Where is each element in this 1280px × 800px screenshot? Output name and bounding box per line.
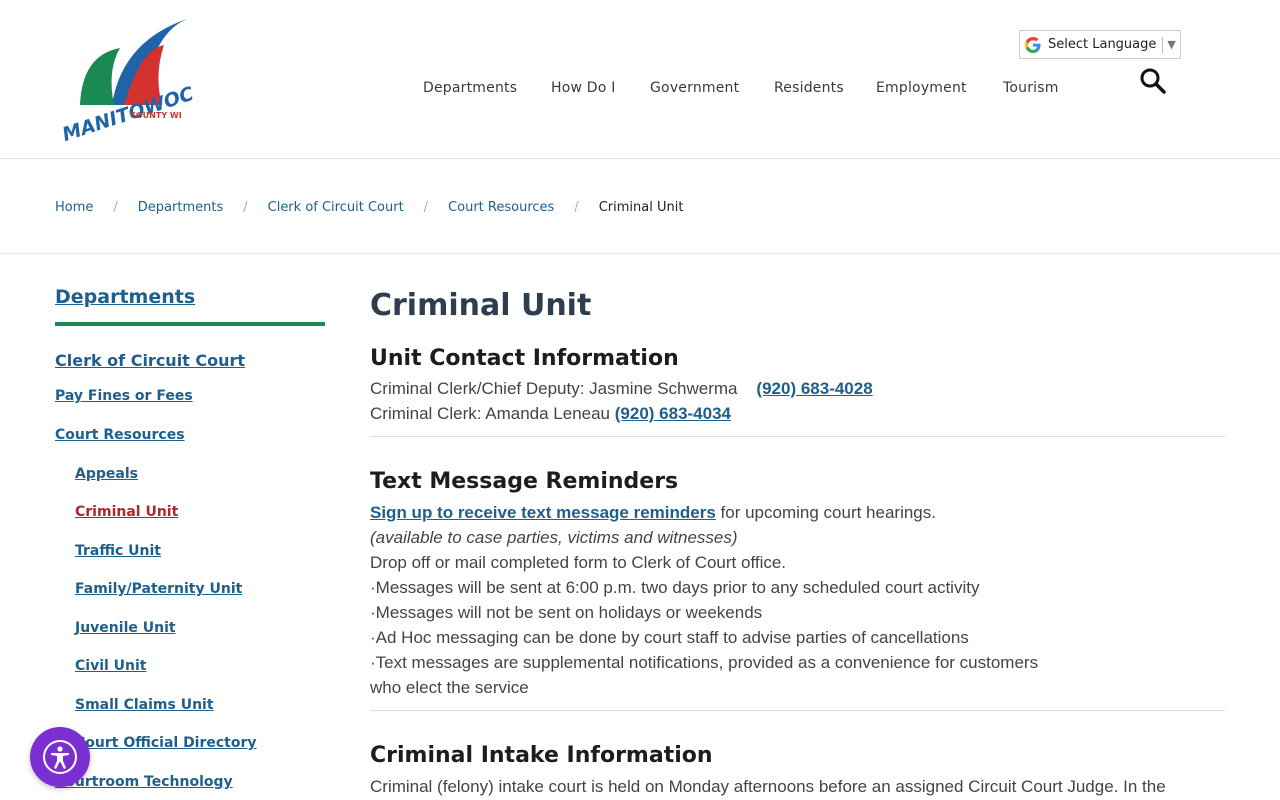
contact-line-1-label: Criminal Clerk/Chief Deputy: Jasmine Sch… <box>370 379 738 398</box>
sidebar-title[interactable]: Departments <box>55 286 195 308</box>
bullet-item: ·Messages will be sent at 6:00 p.m. two … <box>370 578 980 597</box>
section-divider <box>370 710 1225 711</box>
manitowoc-logo-icon: MANITOWOC COUNTY WI <box>60 18 196 146</box>
bullet-item: ·Ad Hoc messaging can be done by court s… <box>370 628 969 647</box>
page-title: Criminal Unit <box>370 288 592 323</box>
sidebar-subitem-family-paternity[interactable]: Family/Paternity Unit <box>75 581 242 597</box>
intake-heading: Criminal Intake Information <box>370 743 713 768</box>
sidebar-subitem-court-official-directory[interactable]: Court Official Directory <box>75 735 257 751</box>
search-icon <box>1140 68 1166 94</box>
bullet-item: ·Text messages are supplemental notifica… <box>370 653 1039 672</box>
breadcrumb-home[interactable]: Home <box>55 200 93 215</box>
nav-employment[interactable]: Employment <box>876 80 967 96</box>
breadcrumb-court-resources[interactable]: Court Resources <box>448 200 554 215</box>
breadcrumb-separator: / <box>574 200 579 215</box>
chevron-down-icon: ▼ <box>1167 38 1176 51</box>
contact-heading: Unit Contact Information <box>370 346 679 371</box>
language-divider <box>1162 36 1164 53</box>
contact-line-2: Criminal Clerk: Amanda Leneau (920) 683-… <box>370 404 731 424</box>
breadcrumb-separator: / <box>113 200 118 215</box>
sidebar-subitem-juvenile-unit[interactable]: Juvenile Unit <box>75 620 176 636</box>
text-reminders-heading: Text Message Reminders <box>370 469 679 494</box>
breadcrumb-departments[interactable]: Departments <box>138 200 223 215</box>
sidebar-subitem-criminal-unit[interactable]: Criminal Unit <box>75 504 178 520</box>
nav-departments[interactable]: Departments <box>423 80 517 96</box>
nav-how-do-i[interactable]: How Do I <box>551 80 616 96</box>
availability-note: (available to case parties, victims and … <box>370 528 738 548</box>
sidebar-subitem-traffic-unit[interactable]: Traffic Unit <box>75 543 161 559</box>
language-label: Select Language <box>1048 37 1157 52</box>
accessibility-button[interactable] <box>30 727 90 787</box>
bullet-continuation: who elect the service <box>370 678 529 697</box>
sidebar-item-clerk-of-circuit-court[interactable]: Clerk of Circuit Court <box>55 351 245 370</box>
sidebar-subitem-civil-unit[interactable]: Civil Unit <box>75 658 147 674</box>
nav-tourism[interactable]: Tourism <box>1003 80 1059 96</box>
svg-text:COUNTY WI: COUNTY WI <box>130 111 182 120</box>
search-button[interactable] <box>1139 67 1167 95</box>
intake-paragraph: Criminal (felony) intake court is held o… <box>370 777 1166 796</box>
availability-text: (available to case parties, victims and … <box>370 528 738 547</box>
language-select[interactable]: Select Language ▼ <box>1019 30 1181 59</box>
breadcrumb-current: Criminal Unit <box>598 200 684 215</box>
nav-residents[interactable]: Residents <box>774 80 844 96</box>
site-header: MANITOWOC COUNTY WI Select Language ▼ De… <box>0 0 1280 159</box>
bullet-item: ·Messages will not be sent on holidays o… <box>370 603 763 622</box>
dropoff-text: Drop off or mail completed form to Clerk… <box>370 553 787 572</box>
sidebar-item-court-resources[interactable]: Court Resources <box>55 427 185 443</box>
site-logo[interactable]: MANITOWOC COUNTY WI <box>52 10 202 146</box>
sidebar-subitem-appeals[interactable]: Appeals <box>75 466 138 482</box>
breadcrumb-bar: Home / Departments / Clerk of Circuit Co… <box>0 159 1280 254</box>
sidebar-divider <box>55 322 325 326</box>
contact-line-2-label: Criminal Clerk: Amanda Leneau <box>370 404 611 423</box>
phone-link-1[interactable]: (920) 683-4028 <box>756 379 872 398</box>
breadcrumb-separator: / <box>423 200 429 215</box>
signup-line: Sign up to receive text message reminder… <box>370 503 936 523</box>
breadcrumb-separator: / <box>243 200 248 215</box>
phone-link-2[interactable]: (920) 683-4034 <box>615 404 731 423</box>
google-icon <box>1025 36 1041 53</box>
contact-line-1: Criminal Clerk/Chief Deputy: Jasmine Sch… <box>370 379 873 399</box>
sidebar-subitem-small-claims[interactable]: Small Claims Unit <box>75 697 214 713</box>
nav-government[interactable]: Government <box>650 80 739 96</box>
sidebar-item-pay-fines[interactable]: Pay Fines or Fees <box>55 388 193 404</box>
breadcrumb: Home / Departments / Clerk of Circuit Co… <box>55 200 683 215</box>
signup-rest: for upcoming court hearings. <box>715 503 936 522</box>
section-divider <box>370 436 1225 437</box>
breadcrumb-clerk[interactable]: Clerk of Circuit Court <box>268 200 404 215</box>
signup-link[interactable]: Sign up to receive text message reminder… <box>370 503 716 522</box>
accessibility-icon <box>43 740 77 774</box>
